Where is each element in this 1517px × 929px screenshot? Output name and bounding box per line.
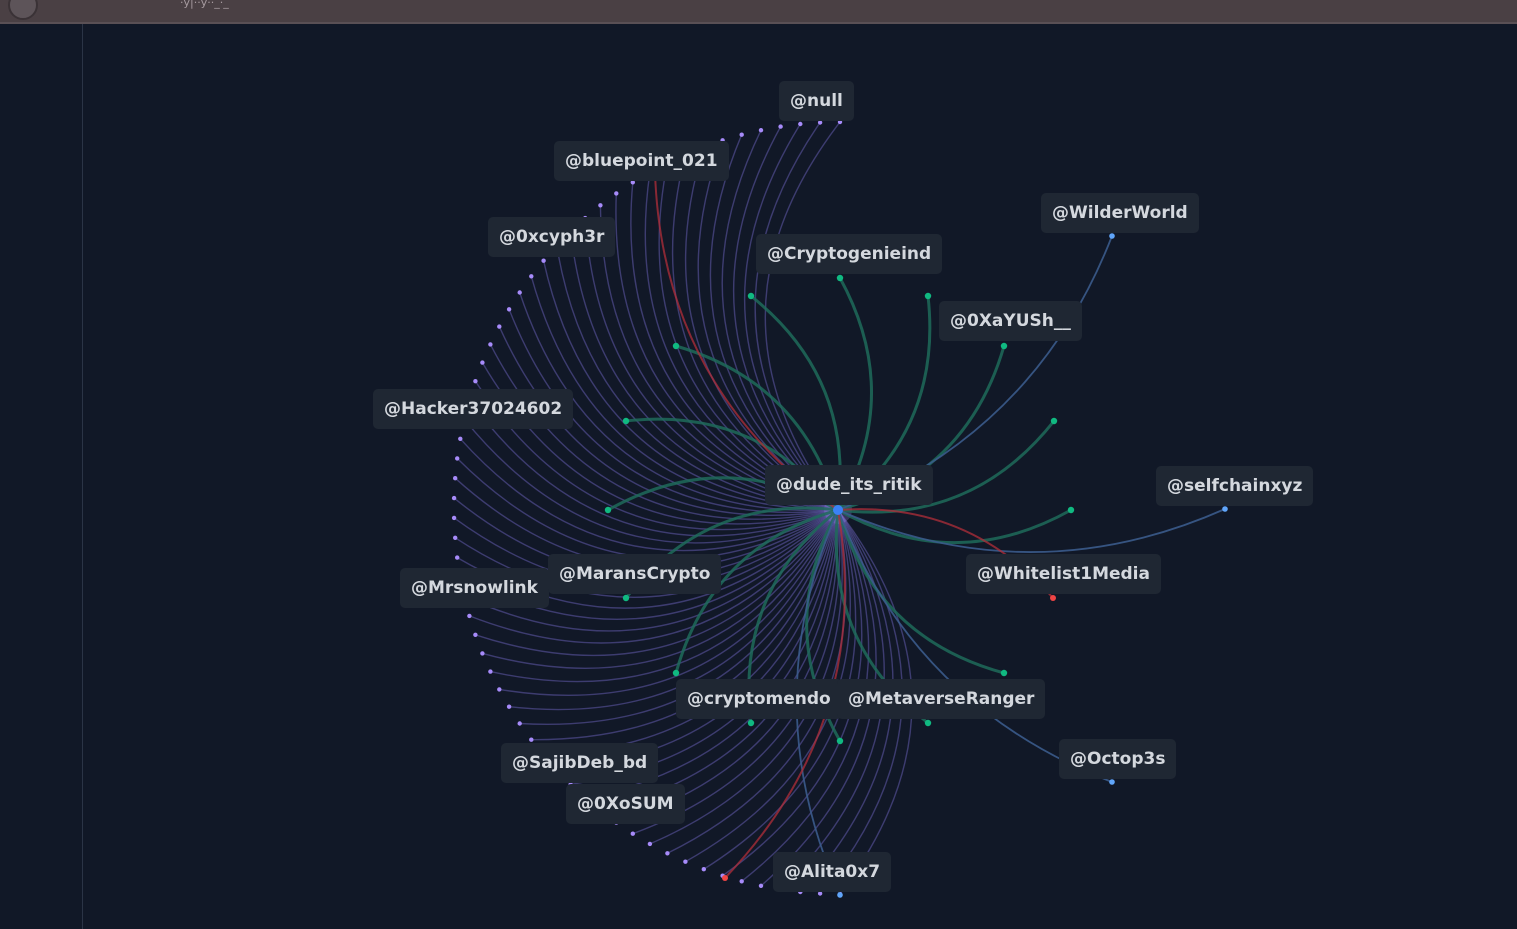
node-label-whitelist1media[interactable]: @Whitelist1Media bbox=[966, 554, 1161, 594]
green-node-dot bbox=[672, 669, 680, 677]
node-label-mrsnowlink[interactable]: @Mrsnowlink bbox=[400, 568, 549, 608]
node-label-hacker[interactable]: @Hacker37024602 bbox=[373, 389, 574, 429]
ring-node-dot bbox=[506, 307, 512, 312]
node-label-maranscrypto[interactable]: @MaransCrypto bbox=[548, 554, 722, 594]
ring-node-dot bbox=[683, 859, 688, 864]
ring-node-dot bbox=[455, 555, 460, 560]
ring-node-dot bbox=[701, 867, 706, 872]
green-node-dot bbox=[1000, 342, 1008, 350]
node-label-0xcyph3r[interactable]: @0xcyph3r bbox=[488, 217, 616, 257]
ring-node-dot bbox=[488, 669, 493, 674]
ring-node-dot bbox=[497, 687, 502, 692]
node-label-0xosum[interactable]: @0XoSUM bbox=[566, 784, 685, 824]
green-node-dot bbox=[836, 274, 844, 282]
green-node-dot bbox=[1050, 417, 1058, 425]
node-label-alita[interactable]: @Alita0x7 bbox=[773, 852, 892, 892]
ring-node-dot bbox=[758, 128, 764, 133]
ring-node-dot bbox=[453, 535, 458, 540]
green-node-dot bbox=[747, 719, 755, 727]
green-node-dot bbox=[1067, 506, 1075, 514]
blue-node-dot bbox=[1109, 233, 1115, 239]
ring-node-dot bbox=[451, 515, 457, 521]
ring-node-dot bbox=[529, 274, 534, 279]
node-label-cryptogenieind[interactable]: @Cryptogenieind bbox=[756, 234, 943, 274]
red-node-dot bbox=[1050, 595, 1056, 601]
blue-node-dot bbox=[1109, 779, 1115, 785]
ring-node-dot bbox=[665, 851, 670, 856]
center-node-dot[interactable] bbox=[833, 505, 843, 515]
ring-node-dot bbox=[739, 879, 744, 884]
ring-node-dot bbox=[451, 495, 457, 501]
green-node-dot bbox=[836, 737, 844, 745]
purple-edge bbox=[732, 126, 839, 511]
ring-node-dot bbox=[458, 436, 463, 441]
node-label-wilderworld[interactable]: @WilderWorld bbox=[1041, 193, 1199, 233]
node-label-metaverseranger[interactable]: @MetaverseRanger bbox=[837, 679, 1046, 719]
ring-node-dot bbox=[758, 883, 764, 888]
ring-node-dot bbox=[488, 342, 493, 347]
ring-node-dot bbox=[541, 258, 546, 263]
ring-node-dot bbox=[614, 191, 619, 196]
green-node-dot bbox=[604, 506, 612, 514]
ring-node-dot bbox=[529, 737, 534, 742]
ring-node-dot bbox=[506, 704, 512, 709]
green-node-dot bbox=[924, 292, 932, 300]
ring-node-dot bbox=[598, 203, 603, 208]
node-label-sajibdeb[interactable]: @SajibDeb_bd bbox=[501, 743, 659, 783]
ring-node-dot bbox=[517, 721, 522, 726]
center-node-label[interactable]: @dude_its_ritik bbox=[765, 465, 933, 505]
node-label-0xayush[interactable]: @0XaYUSh__ bbox=[939, 301, 1082, 341]
ring-node-dot bbox=[473, 379, 478, 384]
green-node-dot bbox=[924, 719, 932, 727]
purple-edge bbox=[721, 129, 839, 511]
node-label-octop3s[interactable]: @Octop3s bbox=[1059, 739, 1177, 779]
green-node-dot bbox=[747, 292, 755, 300]
ring-node-dot bbox=[453, 476, 458, 481]
purple-edge bbox=[754, 122, 839, 511]
blue-edge bbox=[837, 508, 1226, 553]
ring-node-dot bbox=[630, 831, 635, 836]
ring-node-dot bbox=[778, 124, 783, 129]
ring-node-dot bbox=[467, 613, 472, 619]
ring-node-dot bbox=[455, 456, 460, 461]
blue-node-dot bbox=[1222, 506, 1228, 512]
green-node-dot bbox=[622, 417, 630, 425]
red-node-dot bbox=[722, 875, 728, 881]
node-label-cryptomendo[interactable]: @cryptomendo bbox=[676, 679, 842, 719]
green-node-dot bbox=[622, 594, 630, 602]
green-node-dot bbox=[1000, 669, 1008, 677]
ring-node-dot bbox=[739, 132, 744, 137]
ring-node-dot bbox=[497, 324, 502, 329]
blue-node-dot bbox=[837, 892, 843, 898]
network-graph-canvas[interactable] bbox=[0, 0, 1517, 929]
ring-node-dot bbox=[647, 841, 653, 847]
node-label-bluepoint[interactable]: @bluepoint_021 bbox=[554, 141, 729, 181]
ring-node-dot bbox=[798, 121, 803, 127]
ring-node-dot bbox=[473, 632, 478, 637]
node-label-selfchainxyz[interactable]: @selfchainxyz bbox=[1156, 466, 1314, 506]
ring-node-dot bbox=[480, 651, 485, 656]
node-label-null[interactable]: @null bbox=[779, 81, 854, 121]
ring-node-dot bbox=[480, 360, 485, 365]
green-node-dot bbox=[672, 342, 680, 350]
ring-node-dot bbox=[517, 290, 522, 295]
